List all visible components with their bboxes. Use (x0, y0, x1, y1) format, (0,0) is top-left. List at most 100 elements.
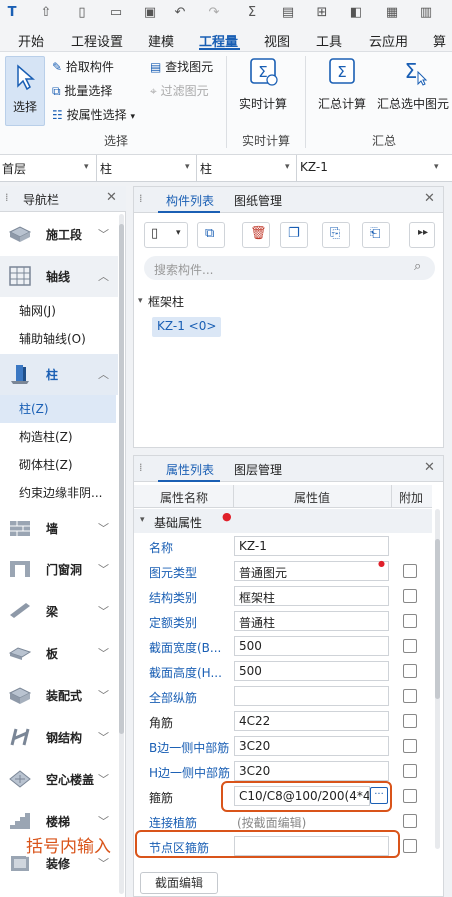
extra-checkbox[interactable] (403, 789, 417, 803)
property-value-input[interactable]: 3C20 (234, 761, 389, 781)
layers-icon[interactable]: ◧ (348, 5, 364, 21)
section-edit-button[interactable]: 截面编辑 (140, 872, 218, 894)
tab-view[interactable]: 视图 (264, 31, 290, 50)
nav-item-aux-axis[interactable]: 辅助轴线(O) (0, 325, 116, 353)
tree-item-kz1[interactable]: KZ-1 <0> (152, 317, 222, 337)
nav-item-masonry-column[interactable]: 砌体柱(Z) (0, 451, 116, 479)
window-icon[interactable]: ▥ (418, 5, 434, 21)
tree-collapse-icon[interactable]: ▾ (138, 296, 143, 306)
undo-icon[interactable]: ↶ (172, 5, 188, 21)
extra-checkbox[interactable] (403, 614, 417, 628)
open-folder-icon[interactable]: ▭ (108, 5, 124, 21)
nav-category-axis[interactable]: 轴线 ︿ (0, 256, 118, 297)
sum-calc-button[interactable]: Σ 汇总计算 (314, 56, 370, 112)
extra-checkbox[interactable] (403, 739, 417, 753)
tab-project-settings[interactable]: 工程设置 (71, 31, 123, 50)
more-tools-button[interactable]: ▸▸ (409, 222, 435, 248)
pin-icon[interactable]: ⁞ (139, 192, 143, 205)
search-icon[interactable]: ⌕ (414, 259, 421, 274)
extra-checkbox[interactable] (403, 764, 417, 778)
tab-layer-management[interactable]: 图层管理 (234, 461, 282, 478)
sum-icon[interactable]: Σ (244, 5, 260, 21)
property-value-input[interactable]: 3C20 (234, 736, 389, 756)
table-icon[interactable]: ▦ (384, 5, 400, 21)
nav-category-hollow-floor[interactable]: 空心楼盖 ﹀ (0, 759, 118, 800)
attr-select-button[interactable]: ☷ 按属性选择 ▾ (52, 106, 135, 123)
chevron-down-icon[interactable]: ▾ (285, 162, 290, 172)
extra-checkbox[interactable] (403, 839, 417, 853)
upload-icon[interactable]: ⇧ (38, 5, 54, 21)
tab-property-list[interactable]: 属性列表 (166, 461, 214, 478)
property-scrollbar-thumb[interactable] (435, 539, 440, 699)
find-element-button[interactable]: ▤ 查找图元 (150, 58, 213, 75)
search-input[interactable]: 搜索构件... ⌕ (144, 256, 435, 280)
export-component-button[interactable]: ⎘ (322, 222, 350, 248)
nav-category-beam[interactable]: 梁 ﹀ (0, 591, 118, 632)
nav-category-door-window[interactable]: 门窗洞 ﹀ (0, 549, 118, 590)
close-icon[interactable]: ✕ (106, 190, 117, 205)
tab-component-list[interactable]: 构件列表 (166, 192, 214, 209)
tab-drawing-management[interactable]: 图纸管理 (234, 192, 282, 209)
nav-category-column[interactable]: 柱 ︿ (0, 354, 118, 395)
delete-component-button[interactable]: 🗑 (242, 222, 270, 248)
pick-component-button[interactable]: ✎ 拾取构件 (52, 58, 114, 75)
chevron-down-icon[interactable]: ▾ (185, 162, 190, 172)
property-value-input[interactable]: 框架柱 (234, 586, 389, 606)
realtime-calc-button[interactable]: Σ 实时计算 (234, 56, 292, 112)
nav-scrollbar-thumb[interactable] (119, 224, 124, 734)
nav-item-column[interactable]: 柱(Z) (0, 395, 116, 423)
extra-checkbox[interactable] (403, 564, 417, 578)
tab-start[interactable]: 开始 (18, 31, 44, 50)
subtype-select[interactable]: 柱 (200, 160, 212, 177)
nav-scrollbar[interactable] (119, 214, 124, 894)
property-scrollbar[interactable] (435, 509, 440, 849)
property-value-input[interactable] (234, 686, 389, 706)
nav-category-construction-stage[interactable]: 施工段 ﹀ (0, 214, 118, 255)
property-value-input[interactable]: 500 (234, 661, 389, 681)
app-logo-icon[interactable]: T (4, 5, 20, 21)
extra-checkbox[interactable] (403, 589, 417, 603)
tab-tools[interactable]: 工具 (316, 31, 342, 50)
grid-icon[interactable]: ⊞ (314, 5, 330, 21)
property-value-input[interactable]: 500 (234, 636, 389, 656)
extra-checkbox[interactable] (403, 689, 417, 703)
report-icon[interactable]: ▤ (280, 5, 296, 21)
extra-checkbox[interactable] (403, 814, 417, 828)
extra-checkbox[interactable] (403, 714, 417, 728)
chevron-down-icon[interactable]: ▾ (84, 162, 89, 172)
nav-category-prefab[interactable]: 装配式 ﹀ (0, 675, 118, 716)
import-component-button[interactable]: ⎗ (362, 222, 390, 248)
sum-selected-button[interactable]: Σ 汇总选中图元 (374, 56, 452, 112)
tab-modeling[interactable]: 建模 (148, 31, 174, 50)
copy-component-button[interactable]: ⧉ (197, 222, 225, 248)
tree-parent-frame-column[interactable]: 框架柱 (148, 293, 184, 310)
pin-icon[interactable]: ⁞ (5, 191, 9, 204)
group-collapse-icon[interactable]: ▾ (140, 515, 145, 525)
filter-element-button[interactable]: ⌖ 过滤图元 (150, 82, 209, 99)
close-icon[interactable]: ✕ (424, 191, 435, 206)
nav-item-constraint-edge[interactable]: 约束边缘非阴... (0, 479, 116, 507)
redo-icon[interactable]: ↷ (206, 5, 222, 21)
tab-cloud[interactable]: 云应用 (369, 31, 408, 50)
nav-category-wall[interactable]: 墙 ﹀ (0, 508, 118, 549)
batch-select-button[interactable]: ⧉ 批量选择 (52, 82, 112, 99)
chevron-down-icon[interactable]: ▾ (434, 162, 439, 172)
property-group-basic[interactable]: ▾ 基础属性 ● (134, 509, 432, 533)
nav-item-axis-grid[interactable]: 轴网(J) (0, 297, 116, 325)
type-select[interactable]: 柱 (100, 160, 112, 177)
property-value-input[interactable]: KZ-1 (234, 536, 389, 556)
property-value-input[interactable]: 普通图元 (234, 561, 389, 581)
component-select[interactable]: KZ-1 (300, 160, 328, 174)
extra-checkbox[interactable] (403, 639, 417, 653)
close-icon[interactable]: ✕ (424, 460, 435, 475)
duplicate-layer-button[interactable]: ❐ (280, 222, 308, 248)
save-icon[interactable]: ▣ (142, 5, 158, 21)
nav-item-constructional-column[interactable]: 构造柱(Z) (0, 423, 116, 451)
property-value-input[interactable]: 4C22 (234, 711, 389, 731)
property-value-input[interactable]: 普通柱 (234, 611, 389, 631)
new-component-button[interactable]: ▯ ▾ (144, 222, 188, 248)
new-file-icon[interactable]: ▯ (74, 5, 90, 21)
select-button[interactable]: 选择 (5, 56, 45, 126)
nav-category-steel[interactable]: 钢结构 ﹀ (0, 717, 118, 758)
floor-select[interactable]: 首层 (2, 160, 26, 177)
